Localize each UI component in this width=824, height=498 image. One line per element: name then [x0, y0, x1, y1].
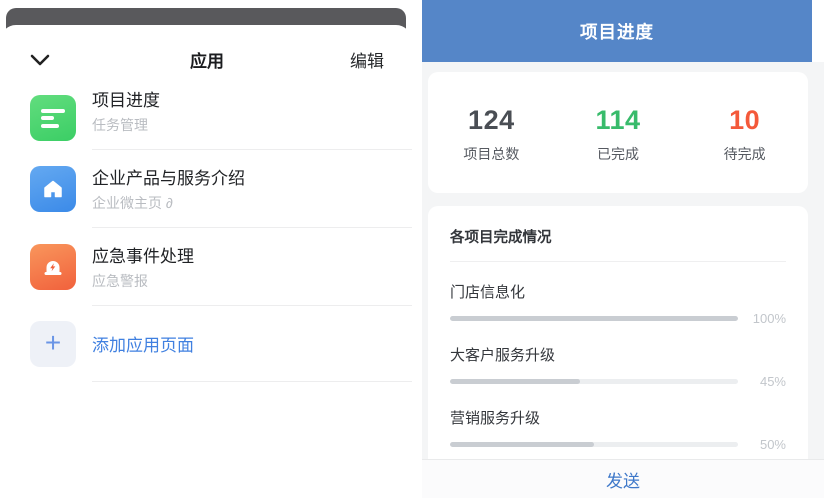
bottom-sheet: 应用 编辑 项目进度 任务管理: [0, 25, 412, 498]
add-app-page-row[interactable]: + 添加应用页面: [30, 306, 412, 382]
task-list-icon: [30, 95, 76, 141]
micro-page-icon: ∂: [166, 195, 173, 211]
project-row: 营销服务升级 50%: [450, 407, 786, 451]
progress-percent: 45%: [746, 374, 786, 389]
stat-todo-label: 待完成: [681, 144, 808, 164]
stats-card: 124 项目总数 114 已完成 10 待完成: [428, 72, 808, 193]
stat-done: 114 已完成: [555, 105, 682, 164]
screen: 应用 编辑 项目进度 任务管理: [0, 0, 824, 498]
list-item-project-progress[interactable]: 项目进度 任务管理: [30, 86, 412, 150]
list-item-emergency[interactable]: 应急事件处理 应急警报: [30, 228, 412, 306]
progress-percent: 50%: [746, 437, 786, 452]
progress-bar: [450, 379, 738, 384]
preview-header: 项目进度: [422, 0, 812, 62]
app-title: 企业产品与服务介绍: [92, 164, 394, 189]
app-subtitle: 应急警报: [92, 271, 394, 291]
app-title: 项目进度: [92, 86, 394, 111]
project-name: 门店信息化: [450, 281, 786, 302]
preview-title: 项目进度: [580, 19, 654, 44]
app-list-panel: 应用 编辑 项目进度 任务管理: [0, 0, 412, 498]
add-app-page-button[interactable]: 添加应用页面: [92, 336, 194, 355]
projects-card: 各项目完成情况 门店信息化 100% 大客户服务升级 45% 营销服务升级: [428, 206, 808, 498]
progress-percent: 100%: [746, 311, 786, 326]
stat-todo: 10 待完成: [681, 105, 808, 164]
stat-total: 124 项目总数: [428, 105, 555, 164]
sheet-header: 应用 编辑: [0, 25, 412, 72]
app-subtitle: 任务管理: [92, 115, 394, 135]
project-row: 大客户服务升级 45%: [450, 344, 786, 388]
list-item-company-intro[interactable]: 企业产品与服务介绍 企业微主页 ∂: [30, 150, 412, 228]
chevron-down-icon[interactable]: [30, 54, 50, 66]
stat-total-value: 124: [428, 105, 555, 136]
alarm-icon: [30, 244, 76, 290]
app-subtitle: 企业微主页 ∂: [92, 193, 394, 213]
edit-button[interactable]: 编辑: [350, 47, 384, 72]
stat-total-label: 项目总数: [428, 144, 555, 164]
stat-done-label: 已完成: [555, 144, 682, 164]
plus-icon[interactable]: +: [30, 321, 76, 367]
sheet-title: 应用: [86, 47, 328, 72]
send-button[interactable]: 发送: [606, 467, 640, 492]
send-bar: 发送: [422, 459, 824, 498]
project-name: 营销服务升级: [450, 407, 786, 428]
stat-todo-value: 10: [681, 105, 808, 136]
progress-bar: [450, 316, 738, 321]
preview-body: 124 项目总数 114 已完成 10 待完成 各项目完成情况 门店信息化 10…: [422, 62, 824, 498]
app-title: 应急事件处理: [92, 242, 394, 267]
project-name: 大客户服务升级: [450, 344, 786, 365]
project-row: 门店信息化 100%: [450, 281, 786, 325]
stat-done-value: 114: [555, 105, 682, 136]
home-icon: [30, 166, 76, 212]
progress-bar: [450, 442, 738, 447]
app-list: 项目进度 任务管理 企业产品与服务介绍 企业微主页 ∂: [30, 86, 412, 382]
section-title: 各项目完成情况: [450, 226, 786, 262]
